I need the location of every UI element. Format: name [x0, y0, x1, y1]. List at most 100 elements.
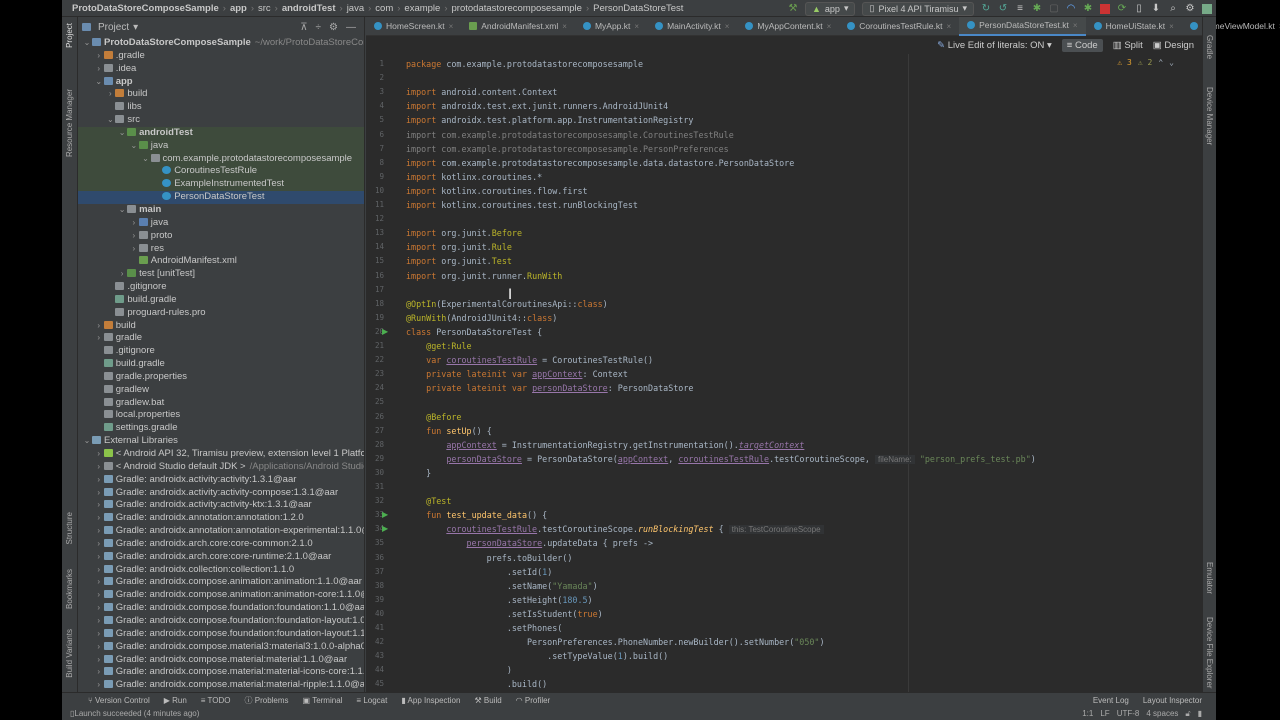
breadcrumb-item[interactable]: java: [347, 3, 364, 14]
code-line[interactable]: prefs.toBuilder(): [406, 551, 573, 565]
code-line[interactable]: .setHeight(180.5): [406, 593, 593, 607]
tree-item[interactable]: › Gradle: androidx.annotation:annotation:…: [78, 512, 364, 525]
code-line[interactable]: @RunWith(AndroidJUnit4::class): [406, 311, 557, 325]
tool-logcat[interactable]: ≡ Logcat: [356, 696, 387, 705]
tree-item[interactable]: build.gradle: [78, 294, 364, 307]
chevron-right-icon[interactable]: ›: [94, 63, 104, 76]
code-line[interactable]: package com.example.protodatastorecompos…: [406, 57, 643, 71]
chevron-right-icon[interactable]: ›: [129, 230, 139, 243]
tree-item[interactable]: ExampleInstrumentedTest: [78, 178, 364, 192]
code-line[interactable]: import android.content.Context: [406, 85, 557, 99]
tool-run[interactable]: ▶ Run: [164, 696, 187, 705]
tree-item[interactable]: ⌄ main: [78, 204, 364, 217]
close-tab-icon[interactable]: ×: [449, 22, 454, 31]
chevron-right-icon[interactable]: ›: [94, 448, 104, 461]
code-line[interactable]: PersonPreferences.PhoneNumber.newBuilder…: [406, 635, 825, 649]
breadcrumb-item[interactable]: ProtoDataStoreComposeSample: [72, 3, 219, 14]
run-gutter-icon[interactable]: ▶: [382, 508, 388, 522]
tab-homeviewmodel-kt[interactable]: HomeViewModel.kt×: [1182, 17, 1280, 36]
tool-app-inspection[interactable]: ▮ App Inspection: [401, 696, 460, 705]
code-view-button[interactable]: ≡ Code: [1061, 38, 1103, 52]
breadcrumb-item[interactable]: app: [230, 3, 247, 14]
debug-icon[interactable]: ✱: [1032, 3, 1042, 14]
tree-item[interactable]: › Gradle: androidx.activity:activity-ktx:…: [78, 499, 364, 512]
chevron-down-icon[interactable]: ⌄: [141, 153, 151, 166]
code-area[interactable]: ⚠ 3 ⚠ 2 ⌃ ⌄ package com.example.protodatast…: [406, 54, 1192, 692]
code-line[interactable]: .setTypeValue(1).build(): [406, 649, 668, 663]
breadcrumb-item[interactable]: androidTest: [282, 3, 336, 14]
tree-item[interactable]: › Gradle: androidx.activity:activity-comp…: [78, 487, 364, 500]
indent-setting[interactable]: 4 spaces: [1146, 709, 1178, 719]
code-line[interactable]: import androidx.test.ext.junit.runners.A…: [406, 99, 668, 113]
close-tab-icon[interactable]: ×: [562, 22, 567, 31]
run-gutter-icon[interactable]: ▶: [382, 522, 388, 536]
tree-item[interactable]: libs: [78, 101, 364, 114]
tree-item[interactable]: › Gradle: androidx.compose.foundation:fou…: [78, 628, 364, 641]
gear-icon[interactable]: ⚙: [329, 22, 338, 33]
tab-androidmanifest-xml[interactable]: AndroidManifest.xml ×: [461, 17, 575, 36]
tree-item[interactable]: › Gradle: androidx.annotation:annotation-…: [78, 525, 364, 538]
chevron-down-icon[interactable]: ⌄: [117, 204, 127, 217]
code-line[interactable]: @Before: [406, 410, 461, 424]
status-message[interactable]: Launch succeeded (4 minutes ago): [74, 709, 199, 718]
chevron-right-icon[interactable]: ›: [94, 628, 104, 641]
avatar[interactable]: [1202, 3, 1212, 14]
breadcrumb-item[interactable]: example: [404, 3, 440, 14]
tree-item[interactable]: local.properties: [78, 409, 364, 422]
split-view-button[interactable]: ▥ Split: [1113, 40, 1143, 51]
code-line[interactable]: import com.example.protodatastorecompose…: [406, 128, 734, 142]
tool-version-control[interactable]: ⑂ Version Control: [88, 696, 150, 705]
tree-item[interactable]: CoroutinesTestRule: [78, 165, 364, 179]
tree-item[interactable]: › java: [78, 217, 364, 230]
chevron-right-icon[interactable]: ›: [94, 499, 104, 512]
chevron-right-icon[interactable]: ›: [94, 641, 104, 654]
chevron-down-icon[interactable]: ⌄: [82, 435, 92, 448]
file-encoding[interactable]: UTF-8: [1117, 709, 1140, 719]
collapse-all-icon[interactable]: ⊼: [300, 22, 307, 33]
chevron-right-icon[interactable]: ›: [94, 615, 104, 628]
tree-item[interactable]: .gitignore: [78, 281, 364, 294]
device-manager-icon[interactable]: ▯: [1134, 3, 1144, 14]
hide-icon[interactable]: —: [346, 22, 356, 33]
tab-persondatastoretest-kt[interactable]: PersonDataStoreTest.kt ×: [959, 16, 1086, 36]
run-gutter-icon[interactable]: ▶: [382, 325, 388, 339]
breadcrumb-item[interactable]: com: [375, 3, 393, 14]
chevron-right-icon[interactable]: ›: [129, 217, 139, 230]
tree-item[interactable]: gradle.properties: [78, 371, 364, 384]
close-tab-icon[interactable]: ×: [827, 22, 832, 31]
tool-terminal[interactable]: ▣ Terminal: [303, 696, 343, 705]
tree-item[interactable]: ⌄ ProtoDataStoreComposeSample ~/work/Proto…: [78, 37, 364, 50]
tree-item[interactable]: › Gradle: androidx.compose.animation:anim…: [78, 589, 364, 602]
tree-item[interactable]: build.gradle: [78, 358, 364, 371]
chevron-down-icon[interactable]: ⌄: [117, 127, 127, 140]
code-line[interactable]: import com.example.protodatastorecompose…: [406, 142, 729, 156]
lock-icon[interactable]: 🔓︎: [1185, 709, 1190, 719]
tab-mainactivity-kt[interactable]: MainActivity.kt ×: [647, 17, 737, 36]
tree-item[interactable]: › build: [78, 320, 364, 333]
code-line[interactable]: import org.junit.Rule: [406, 240, 512, 254]
tool-window-project[interactable]: Project: [65, 23, 74, 48]
chevron-right-icon[interactable]: ›: [94, 602, 104, 615]
inspection-widget[interactable]: ⚠ 3 ⚠ 2 ⌃ ⌄: [1117, 58, 1174, 67]
tab-coroutinestestrule-kt[interactable]: CoroutinesTestRule.kt ×: [839, 17, 959, 36]
search-icon[interactable]: ⌕: [1168, 3, 1178, 14]
close-tab-icon[interactable]: ×: [946, 22, 951, 31]
code-line[interactable]: @get:Rule: [406, 339, 471, 353]
tool-window-device-file-explorer[interactable]: Device File Explorer: [1205, 617, 1214, 689]
tab-myappcontent-kt[interactable]: MyAppContent.kt ×: [737, 17, 839, 36]
code-line[interactable]: fun test_update_data() {: [406, 508, 547, 522]
tree-item[interactable]: › Gradle: androidx.arch.core:core-common:…: [78, 538, 364, 551]
code-line[interactable]: import org.junit.Before: [406, 226, 522, 240]
code-line[interactable]: .setId(1): [406, 565, 552, 579]
close-tab-icon[interactable]: ×: [1169, 22, 1174, 31]
close-tab-icon[interactable]: ×: [634, 22, 639, 31]
tree-item[interactable]: AndroidManifest.xml: [78, 255, 364, 268]
code-line[interactable]: class PersonDataStoreTest {: [406, 325, 542, 339]
tree-item[interactable]: gradlew.bat: [78, 397, 364, 410]
tree-item[interactable]: › build: [78, 88, 364, 101]
chevron-right-icon[interactable]: ›: [94, 461, 104, 474]
design-view-button[interactable]: ▣ Design: [1153, 40, 1194, 51]
tree-item[interactable]: › Gradle: androidx.compose.animation:anim…: [78, 576, 364, 589]
chevron-right-icon[interactable]: ›: [117, 268, 127, 281]
code-line[interactable]: .setName("Yamada"): [406, 579, 598, 593]
